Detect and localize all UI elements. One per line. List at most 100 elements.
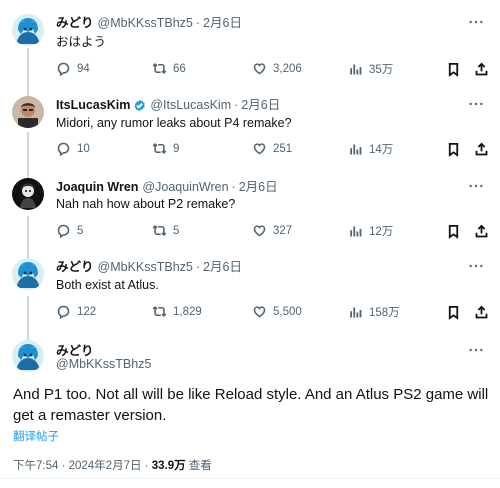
- like-count: 251: [273, 142, 293, 155]
- like-button[interactable]: 3,206: [252, 61, 302, 76]
- reply-button[interactable]: 94: [56, 61, 90, 76]
- more-options-icon[interactable]: [468, 344, 484, 356]
- views-button[interactable]: 158万: [348, 304, 400, 320]
- views-label: 查看: [185, 460, 212, 472]
- user-handle[interactable]: @MbKKssTBhz5: [98, 14, 193, 32]
- like-button[interactable]: 251: [252, 141, 292, 156]
- retweet-count: 9: [173, 142, 180, 155]
- blue-anime-avatar-icon: [12, 340, 44, 372]
- tweet-header: みどり @MbKKssTBhz5 · 2月6日: [56, 258, 242, 276]
- reply-icon: [56, 61, 71, 76]
- bookmark-icon[interactable]: [446, 305, 461, 320]
- display-name[interactable]: Joaquin Wren: [56, 178, 138, 196]
- tweet-date[interactable]: 2月6日: [203, 258, 242, 276]
- retweet-button[interactable]: 9: [152, 141, 179, 156]
- retweet-count: 66: [173, 62, 186, 75]
- views-count: 12万: [369, 226, 394, 238]
- views-button[interactable]: 12万: [348, 223, 393, 239]
- tweet[interactable]: みどり @MbKKssTBhz5 · 2月6日 Both exist at At…: [0, 258, 500, 328]
- views-count: 158万: [369, 307, 400, 319]
- tweet-date[interactable]: 2月6日: [203, 14, 242, 32]
- tweet-date[interactable]: 2月6日: [241, 96, 280, 114]
- heart-icon: [252, 61, 267, 76]
- reply-icon: [56, 141, 71, 156]
- avatar[interactable]: [12, 14, 44, 46]
- retweet-count: 5: [173, 224, 180, 237]
- separator: ·: [231, 180, 236, 194]
- display-name[interactable]: ItsLucasKim: [56, 96, 130, 114]
- tweet[interactable]: Joaquin Wren @JoaquinWren · 2月6日 Nah nah…: [0, 178, 500, 248]
- share-icon[interactable]: [474, 305, 489, 320]
- tweet-actions: 94 66 3,206 35万: [56, 61, 496, 79]
- like-count: 327: [273, 224, 293, 237]
- more-options-icon[interactable]: [468, 260, 484, 272]
- share-icon[interactable]: [474, 62, 489, 77]
- retweet-button[interactable]: 66: [152, 61, 186, 76]
- tweet-text: And P1 too. Not all will be like Reload …: [13, 386, 489, 424]
- tweet-date[interactable]: 2月6日: [239, 178, 278, 196]
- translate-post-link[interactable]: 翻译帖子: [13, 428, 59, 444]
- tweet-text: おはよう: [56, 35, 107, 49]
- tweet-header: Joaquin Wren @JoaquinWren · 2月6日: [56, 178, 278, 196]
- views-count: 14万: [369, 144, 394, 156]
- reply-button[interactable]: 122: [56, 304, 96, 319]
- avatar[interactable]: [12, 340, 44, 372]
- reply-icon: [56, 304, 71, 319]
- bookmark-icon[interactable]: [446, 224, 461, 239]
- share-icon[interactable]: [474, 142, 489, 157]
- user-handle[interactable]: @JoaquinWren: [142, 178, 228, 196]
- heart-icon: [252, 141, 267, 156]
- heart-icon: [252, 304, 267, 319]
- views-count: 33.9万: [151, 460, 186, 472]
- like-button[interactable]: 327: [252, 223, 292, 238]
- avatar[interactable]: [12, 178, 44, 210]
- retweet-icon: [152, 223, 167, 238]
- bookmark-icon[interactable]: [446, 62, 461, 77]
- more-options-icon[interactable]: [468, 98, 484, 110]
- tweet-text: Both exist at Atlus.: [56, 278, 159, 292]
- display-name[interactable]: みどり: [56, 258, 94, 276]
- tweet-header: ItsLucasKim @ItsLucasKim · 2月6日: [56, 96, 280, 114]
- retweet-count: 1,829: [173, 305, 202, 318]
- tweet-timestamp[interactable]: 下午7:54 · 2024年2月7日 ·: [13, 460, 152, 472]
- reply-count: 94: [77, 62, 90, 75]
- tweet-actions: 5 5 327 12万: [56, 223, 496, 241]
- like-count: 5,500: [273, 305, 302, 318]
- user-handle[interactable]: @MbKKssTBhz5: [98, 258, 193, 276]
- avatar[interactable]: [12, 96, 44, 128]
- bar-chart-icon: [348, 224, 363, 239]
- more-options-icon[interactable]: [468, 16, 484, 28]
- bookmark-icon[interactable]: [446, 142, 461, 157]
- more-options-icon[interactable]: [468, 180, 484, 192]
- reply-count: 10: [77, 142, 90, 155]
- user-handle[interactable]: @MbKKssTBhz5: [56, 357, 151, 371]
- bar-chart-icon: [348, 142, 363, 157]
- avatar[interactable]: [12, 258, 44, 290]
- separator: ·: [195, 16, 201, 30]
- display-name[interactable]: みどり: [56, 14, 94, 32]
- reply-button[interactable]: 10: [56, 141, 90, 156]
- blue-anime-avatar-icon: [12, 14, 44, 46]
- separator: ·: [195, 260, 201, 274]
- bar-chart-icon: [348, 305, 363, 320]
- user-handle[interactable]: @ItsLucasKim: [150, 96, 231, 114]
- retweet-button[interactable]: 5: [152, 223, 179, 238]
- like-count: 3,206: [273, 62, 302, 75]
- verified-badge-icon: [133, 99, 146, 112]
- views-count: 35万: [369, 64, 394, 76]
- tweet-metadata: 下午7:54 · 2024年2月7日 · 33.9万 查看: [13, 457, 212, 473]
- reply-button[interactable]: 5: [56, 223, 83, 238]
- retweet-icon: [152, 61, 167, 76]
- separator: ·: [234, 98, 239, 112]
- tweet[interactable]: ItsLucasKim @ItsLucasKim · 2月6日 Midori, …: [0, 96, 500, 166]
- views-button[interactable]: 35万: [348, 61, 393, 77]
- heart-icon: [252, 223, 267, 238]
- tweet-text: Midori, any rumor leaks about P4 remake?: [56, 116, 292, 130]
- blue-anime-avatar-icon: [12, 258, 44, 290]
- main-tweet: みどり @MbKKssTBhz5 And P1 too. Not all wil…: [0, 340, 500, 488]
- share-icon[interactable]: [474, 224, 489, 239]
- retweet-button[interactable]: 1,829: [152, 304, 202, 319]
- tweet[interactable]: みどり @MbKKssTBhz5 · 2月6日 おはよう 94 66 3,206…: [0, 14, 500, 84]
- like-button[interactable]: 5,500: [252, 304, 302, 319]
- views-button[interactable]: 14万: [348, 141, 393, 157]
